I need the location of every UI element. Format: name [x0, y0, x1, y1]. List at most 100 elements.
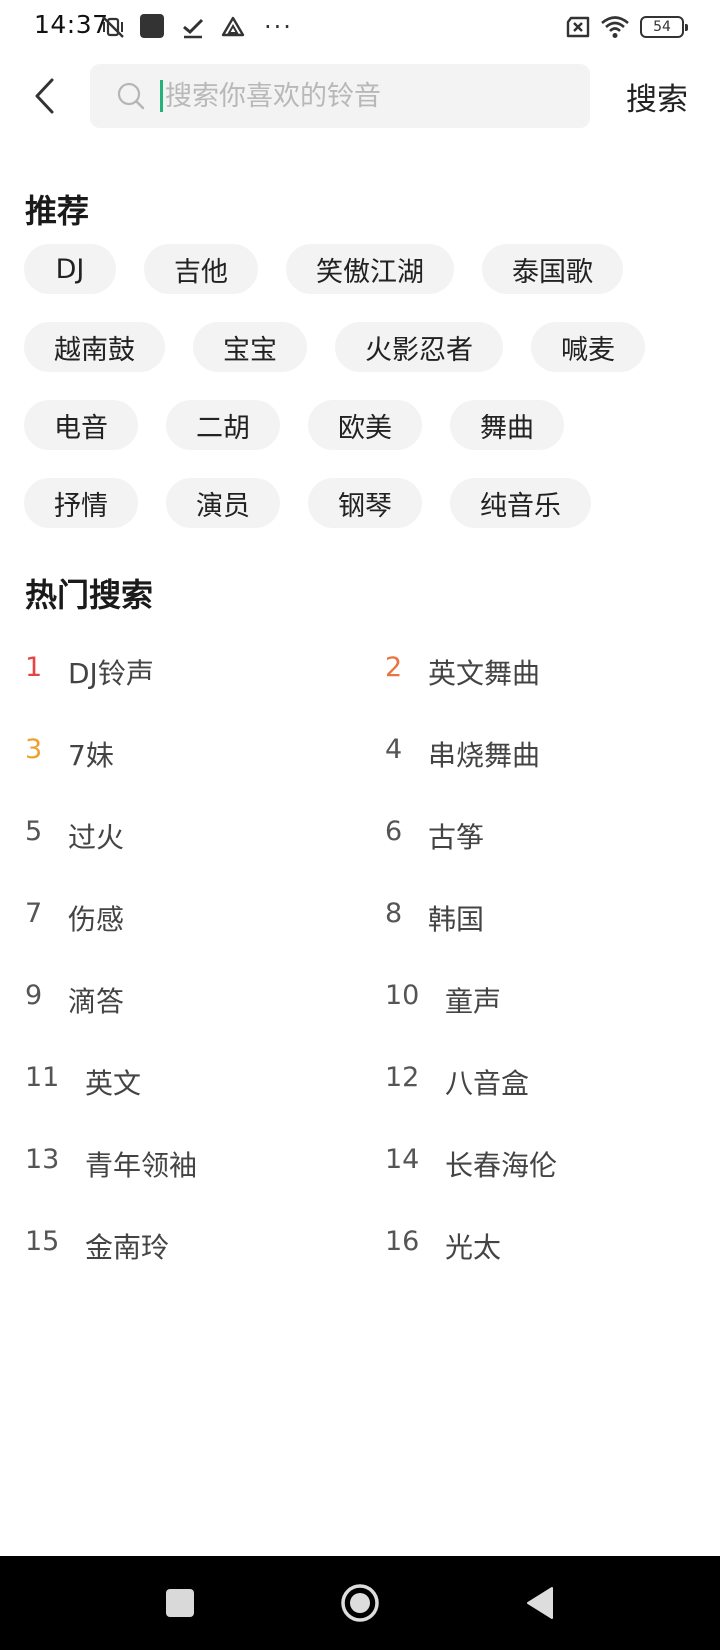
- hot-label: 韩国: [428, 903, 485, 936]
- search-button[interactable]: 搜索: [626, 74, 688, 119]
- tag-chip[interactable]: 泰国歌: [482, 244, 623, 294]
- hot-label: 金南玲: [85, 1231, 170, 1264]
- drive-icon: [220, 14, 246, 40]
- mute-vibrate-icon: [100, 14, 126, 40]
- tag-chip[interactable]: 欧美: [308, 400, 422, 450]
- hot-rank: 9: [25, 980, 43, 1011]
- tag-chip[interactable]: 宝宝: [193, 322, 307, 372]
- hot-search-item[interactable]: 5 过火: [25, 802, 385, 884]
- tag-chip[interactable]: 抒情: [24, 478, 138, 528]
- app-square-icon: [140, 14, 166, 40]
- hot-search-item[interactable]: 16 光太: [385, 1212, 705, 1294]
- wifi-icon: [600, 14, 630, 40]
- hot-rank: 12: [385, 1062, 420, 1093]
- tag-chip[interactable]: 喊麦: [531, 322, 645, 372]
- hot-label: 古筝: [428, 821, 485, 854]
- hot-rank: 5: [25, 816, 43, 847]
- tag-row: 越南鼓 宝宝 火影忍者 喊麦: [24, 322, 704, 372]
- battery-icon: 54: [640, 16, 688, 38]
- hot-search-item[interactable]: 6 古筝: [385, 802, 705, 884]
- hot-rank: 14: [385, 1144, 420, 1175]
- hot-search-item[interactable]: 11 英文: [25, 1048, 385, 1130]
- back-icon: [527, 1587, 553, 1619]
- hot-label: 伤感: [68, 903, 125, 936]
- no-sim-icon: [564, 14, 590, 40]
- tag-chip[interactable]: 火影忍者: [335, 322, 503, 372]
- hot-label: 英文舞曲: [428, 657, 541, 690]
- hot-rank: 8: [385, 898, 403, 929]
- hot-label: 英文: [85, 1067, 142, 1100]
- hot-search-item[interactable]: 1 DJ铃声: [25, 638, 385, 720]
- hot-search-item[interactable]: 12 八音盒: [385, 1048, 705, 1130]
- tag-chip[interactable]: 二胡: [166, 400, 280, 450]
- search-header: 搜索: [0, 62, 720, 130]
- recents-icon: [166, 1589, 194, 1617]
- hot-label: 过火: [68, 821, 125, 854]
- hot-search-item[interactable]: 2 英文舞曲: [385, 638, 705, 720]
- tag-chip[interactable]: 纯音乐: [450, 478, 591, 528]
- recommend-title: 推荐: [25, 192, 90, 230]
- hot-rank: 3: [25, 734, 43, 765]
- hot-label: 光太: [445, 1231, 502, 1264]
- tag-chip[interactable]: 舞曲: [450, 400, 564, 450]
- hot-label: 八音盒: [445, 1067, 530, 1100]
- tag-chip[interactable]: 钢琴: [308, 478, 422, 528]
- hot-label: 串烧舞曲: [428, 739, 541, 772]
- search-input[interactable]: [165, 80, 545, 112]
- more-dots-icon: ···: [264, 13, 293, 41]
- hot-search-item[interactable]: 13 青年领袖: [25, 1130, 385, 1212]
- hot-search-item[interactable]: 3 7妹: [25, 720, 385, 802]
- search-box[interactable]: [90, 64, 590, 128]
- hot-search-item[interactable]: 9 滴答: [25, 966, 385, 1048]
- hot-rank: 10: [385, 980, 420, 1011]
- hot-search-title: 热门搜索: [25, 576, 154, 614]
- recents-button[interactable]: [150, 1573, 210, 1633]
- hot-search-item[interactable]: 8 韩国: [385, 884, 705, 966]
- hot-label: 青年领袖: [85, 1149, 198, 1182]
- hot-search-item[interactable]: 15 金南玲: [25, 1212, 385, 1294]
- tag-chip[interactable]: 吉他: [144, 244, 258, 294]
- hot-search-item[interactable]: 4 串烧舞曲: [385, 720, 705, 802]
- hot-search-item[interactable]: 7 伤感: [25, 884, 385, 966]
- hot-rank: 13: [25, 1144, 60, 1175]
- tag-chip[interactable]: 笑傲江湖: [286, 244, 454, 294]
- hot-label: 7妹: [68, 739, 114, 772]
- hot-label: 长春海伦: [445, 1149, 558, 1182]
- hot-rank: 16: [385, 1226, 420, 1257]
- hot-rank: 2: [385, 652, 403, 683]
- recommend-tags: DJ 吉他 笑傲江湖 泰国歌 越南鼓 宝宝 火影忍者 喊麦 电音 二胡 欧美 舞…: [24, 244, 704, 556]
- tag-chip[interactable]: DJ: [24, 244, 116, 294]
- status-right-icons: 54: [564, 12, 688, 42]
- text-caret: [160, 80, 163, 112]
- tag-row: 电音 二胡 欧美 舞曲: [24, 400, 704, 450]
- battery-level: 54: [653, 19, 671, 35]
- status-left-icons: ···: [100, 12, 293, 42]
- back-arrow-icon: [35, 78, 54, 114]
- check-icon: [180, 14, 206, 40]
- hot-rank: 6: [385, 816, 403, 847]
- hot-label: 童声: [445, 985, 502, 1018]
- back-button[interactable]: [24, 72, 64, 120]
- home-button[interactable]: [330, 1573, 390, 1633]
- hot-search-item[interactable]: 10 童声: [385, 966, 705, 1048]
- hot-search-list: 1 DJ铃声 2 英文舞曲 3 7妹 4 串烧舞曲 5 过火 6 古筝 7 伤感 8 韩国 9滴…: [25, 638, 705, 1294]
- navigation-bar: [0, 1556, 720, 1650]
- tag-chip[interactable]: 电音: [24, 400, 138, 450]
- back-nav-button[interactable]: [510, 1573, 570, 1633]
- status-bar: 14:37 ··· 54: [0, 0, 720, 54]
- hot-rank: 7: [25, 898, 43, 929]
- tag-chip[interactable]: 越南鼓: [24, 322, 165, 372]
- hot-label: 滴答: [68, 985, 125, 1018]
- status-time: 14:37: [34, 10, 109, 39]
- hot-rank: 11: [25, 1062, 60, 1093]
- hot-rank: 1: [25, 652, 43, 683]
- home-icon: [341, 1584, 379, 1622]
- hot-search-item[interactable]: 14 长春海伦: [385, 1130, 705, 1212]
- search-icon: [114, 79, 148, 113]
- tag-chip[interactable]: 演员: [166, 478, 280, 528]
- hot-label: DJ铃声: [68, 657, 154, 690]
- hot-rank: 15: [25, 1226, 60, 1257]
- hot-rank: 4: [385, 734, 403, 765]
- tag-row: 抒情 演员 钢琴 纯音乐: [24, 478, 704, 528]
- tag-row: DJ 吉他 笑傲江湖 泰国歌: [24, 244, 704, 294]
